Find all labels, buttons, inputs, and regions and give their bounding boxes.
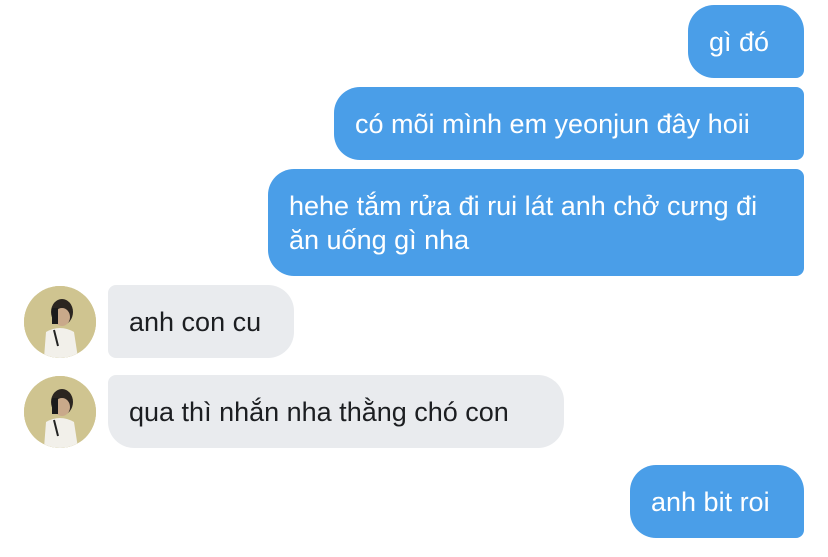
- sent-message-bubble[interactable]: gì đó: [688, 5, 804, 78]
- contact-avatar[interactable]: [24, 376, 96, 448]
- message-thread: gì đó có mõi mình em yeonjun đây hoii he…: [0, 0, 828, 557]
- contact-avatar[interactable]: [24, 286, 96, 358]
- message-text: có mõi mình em yeonjun đây hoii: [355, 108, 750, 139]
- received-message-bubble[interactable]: anh con cu: [108, 285, 294, 358]
- sent-message-bubble[interactable]: có mõi mình em yeonjun đây hoii: [334, 87, 804, 160]
- message-text: anh bit roi: [651, 486, 770, 517]
- contact-avatar-photo-icon: [24, 376, 96, 448]
- sent-message-bubble[interactable]: hehe tắm rửa đi rui lát anh chở cưng đi …: [268, 169, 804, 276]
- message-text: hehe tắm rửa đi rui lát anh chở cưng đi …: [289, 190, 758, 255]
- sent-message-bubble[interactable]: anh bit roi: [630, 465, 804, 538]
- message-text: qua thì nhắn nha thằng chó con: [129, 396, 509, 427]
- received-message-bubble[interactable]: qua thì nhắn nha thằng chó con: [108, 375, 564, 448]
- message-text: gì đó: [709, 26, 770, 57]
- contact-avatar-photo-icon: [24, 286, 96, 358]
- message-text: anh con cu: [129, 306, 262, 337]
